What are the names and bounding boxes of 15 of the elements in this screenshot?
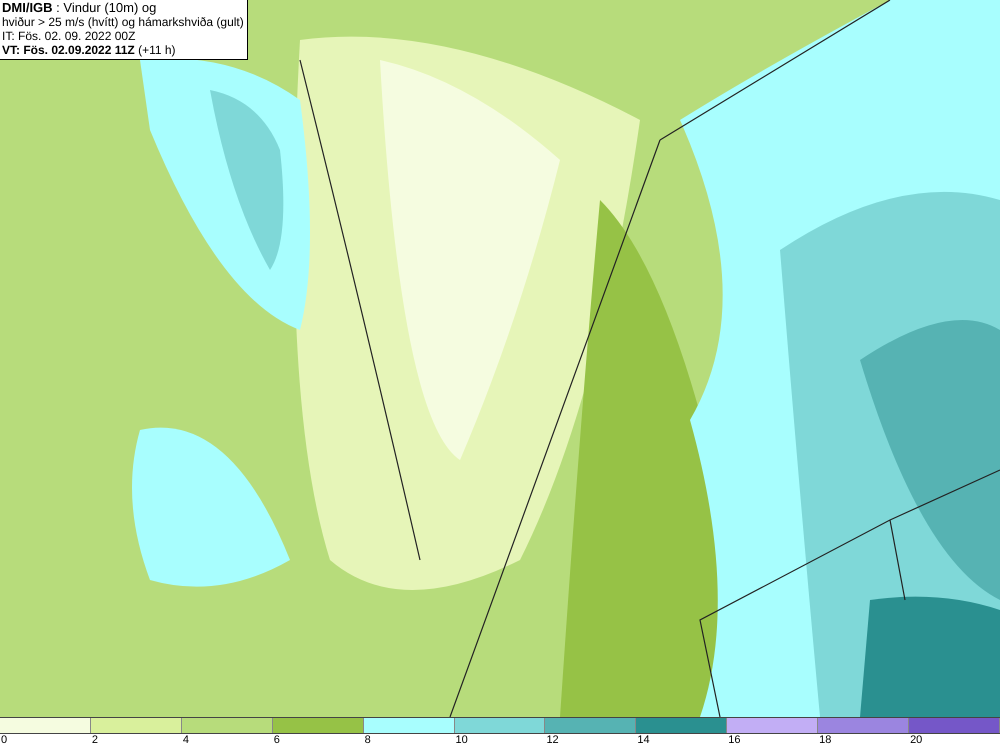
legend-label: 0 xyxy=(1,734,8,746)
legend-label: 10 xyxy=(456,734,468,746)
legend-label: 18 xyxy=(819,734,832,746)
legend-label: 6 xyxy=(274,734,280,746)
legend-label: 14 xyxy=(637,734,650,746)
info-text: IT: Fös. 02. 09. 2022 00Z xyxy=(2,29,136,43)
info-text: hviður > 25 m/s (hvítt) og hámarkshviða (gult) xyxy=(2,15,244,29)
legend-label: 2 xyxy=(92,734,98,746)
info-text: DMI/IGB : Vindur (10m) og xyxy=(2,1,158,15)
legend-label: 16 xyxy=(728,734,740,746)
legend-label: 4 xyxy=(182,734,189,746)
legend-label: 12 xyxy=(546,734,559,746)
legend-label: 20 xyxy=(910,734,922,746)
legend-label: 8 xyxy=(364,734,371,746)
info-text: VT: Fös. 02.09.2022 11Z (+11 h) xyxy=(2,43,177,57)
